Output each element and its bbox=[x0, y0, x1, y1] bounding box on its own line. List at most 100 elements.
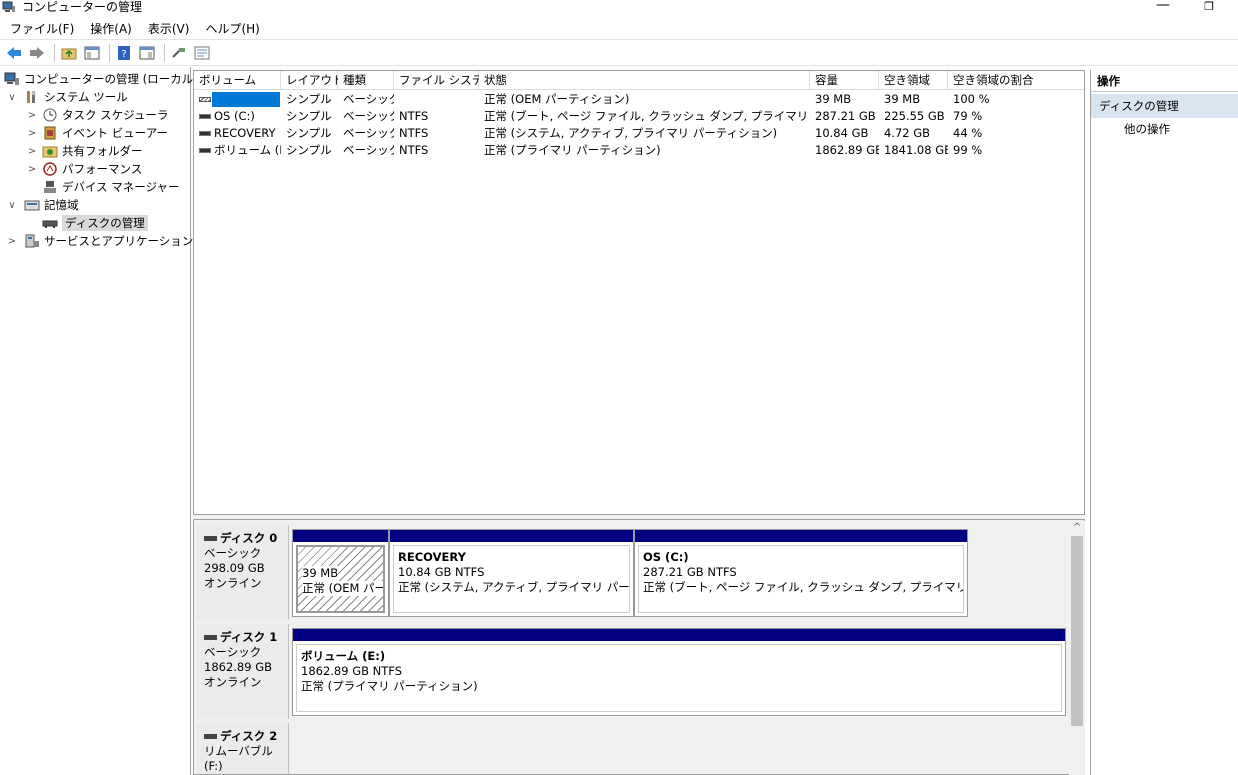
menu-view[interactable]: 表示(V) bbox=[142, 18, 196, 39]
up-folder-button[interactable] bbox=[59, 44, 79, 62]
partition-size: 287.21 GB NTFS bbox=[643, 565, 737, 579]
properties-button[interactable] bbox=[192, 44, 212, 62]
help-button[interactable]: ? bbox=[114, 44, 134, 62]
partition-name: RECOVERY bbox=[398, 550, 466, 564]
disk-graphical-view: ディスク 0 ベーシック 298.09 GB オンライン ​ 39 MB 正常 … bbox=[193, 519, 1085, 775]
cell-capacity: 10.84 GB bbox=[815, 126, 869, 140]
partition-status: 正常 (OEM パーティション) bbox=[302, 581, 383, 596]
disk-state: オンライン bbox=[204, 576, 262, 590]
event-viewer-icon bbox=[42, 126, 58, 140]
tree-item-label: システム ツール bbox=[44, 90, 128, 104]
tree-item-shared-folders[interactable]: > 共有フォルダー bbox=[26, 142, 143, 160]
restore-button[interactable]: ❐ bbox=[1196, 0, 1222, 14]
cell-capacity: 39 MB bbox=[815, 92, 852, 106]
tree-item-label: タスク スケジューラ bbox=[62, 108, 169, 122]
partition-size: 1862.89 GB NTFS bbox=[301, 664, 403, 678]
action-pane-toggle-button[interactable] bbox=[137, 44, 157, 62]
cell-free-percent: 99 % bbox=[953, 143, 983, 157]
title-bar: コンピューターの管理 — ❐ bbox=[0, 0, 1238, 16]
disk-1-label[interactable]: ディスク 1 ベーシック 1862.89 GB オンライン bbox=[196, 624, 289, 719]
table-row[interactable]: RECOVERY シンプル ベーシック NTFS 正常 (システム, アクティブ… bbox=[194, 125, 1084, 142]
menu-action[interactable]: 操作(A) bbox=[84, 18, 138, 39]
chevron-right-icon[interactable]: > bbox=[26, 164, 38, 175]
cell-free-space: 1841.08 GB bbox=[884, 143, 948, 157]
device-manager-icon bbox=[42, 180, 58, 194]
tree-item-disk-management[interactable]: ディスクの管理 bbox=[26, 214, 148, 232]
column-header-free-space[interactable]: 空き領域 bbox=[879, 71, 948, 90]
column-header-volume[interactable]: ボリューム bbox=[194, 71, 281, 90]
partition-name: OS (C:) bbox=[643, 550, 689, 564]
connect-button[interactable] bbox=[169, 44, 189, 62]
table-row[interactable]: シンプル ベーシック 正常 (OEM パーティション) 39 MB 39 MB … bbox=[194, 91, 1084, 108]
show-hide-tree-button[interactable] bbox=[82, 44, 102, 62]
disk-0-label[interactable]: ディスク 0 ベーシック 298.09 GB オンライン bbox=[196, 525, 289, 620]
chevron-right-icon[interactable]: > bbox=[26, 110, 38, 121]
disk-name: ディスク 2 bbox=[204, 729, 280, 744]
tree-item-task-scheduler[interactable]: > タスク スケジューラ bbox=[26, 106, 169, 124]
cell-layout: シンプル bbox=[286, 126, 332, 140]
cell-volume: OS (C:) bbox=[194, 108, 281, 125]
tree-item-system-tools[interactable]: ∨ システム ツール bbox=[6, 88, 128, 106]
disk-state: オンライン bbox=[204, 675, 262, 689]
cell-free-percent: 44 % bbox=[953, 126, 983, 140]
tree-item-device-manager[interactable]: デバイス マネージャー bbox=[26, 178, 180, 196]
cell-type: ベーシック bbox=[343, 109, 394, 123]
cell-free-space: 225.55 GB bbox=[884, 109, 945, 123]
partition-os-c[interactable]: OS (C:) 287.21 GB NTFS 正常 (ブート, ページ ファイル… bbox=[634, 529, 968, 617]
column-header-filesystem[interactable]: ファイル システム bbox=[394, 71, 494, 90]
action-pane-icon bbox=[139, 46, 155, 59]
system-tools-icon bbox=[24, 90, 40, 104]
chevron-down-icon[interactable]: ∨ bbox=[6, 200, 18, 211]
column-header-capacity[interactable]: 容量 bbox=[810, 71, 879, 90]
task-scheduler-icon bbox=[42, 108, 58, 122]
action-pane: 操作 ディスクの管理 他の操作 bbox=[1090, 70, 1238, 775]
cell-layout: シンプル bbox=[286, 143, 332, 157]
action-section-disk-management[interactable]: ディスクの管理 bbox=[1091, 94, 1238, 118]
menu-help[interactable]: ヘルプ(H) bbox=[199, 18, 265, 39]
tree-item-label: イベント ビューアー bbox=[62, 126, 169, 140]
cell-status: 正常 (プライマリ パーティション) bbox=[484, 143, 661, 157]
action-more-actions[interactable]: 他の操作 bbox=[1124, 121, 1170, 137]
column-header-free-percent[interactable]: 空き領域の割合 bbox=[948, 71, 1084, 90]
partition-body: ​ 39 MB 正常 (OEM パーティション) bbox=[296, 545, 385, 613]
toolbar-separator bbox=[109, 43, 110, 62]
disk-name: ディスク 1 bbox=[204, 630, 280, 645]
tree-item-label: コンピューターの管理 (ローカル) bbox=[24, 72, 198, 86]
column-header-type[interactable]: 種類 bbox=[338, 71, 394, 90]
chevron-right-icon[interactable]: > bbox=[26, 146, 38, 157]
volume-icon bbox=[199, 148, 211, 153]
chevron-right-icon[interactable]: > bbox=[6, 236, 18, 247]
disk-2-label[interactable]: ディスク 2 リムーバブル (F:) bbox=[196, 723, 289, 774]
partition-volume-e[interactable]: ボリューム (E:) 1862.89 GB NTFS 正常 (プライマリ パーテ… bbox=[292, 628, 1066, 716]
tree-item-storage[interactable]: ∨ 記憶域 bbox=[6, 196, 78, 214]
cell-status: 正常 (ブート, ページ ファイル, クラッシュ ダンプ, プライマリ パーティ… bbox=[484, 109, 810, 123]
console-tree-icon bbox=[84, 46, 100, 59]
disk-view-scrollbar[interactable]: ^ bbox=[1069, 521, 1085, 775]
column-header-layout[interactable]: レイアウト bbox=[281, 71, 344, 90]
table-row[interactable]: OS (C:) シンプル ベーシック NTFS 正常 (ブート, ページ ファイ… bbox=[194, 108, 1084, 125]
table-row[interactable]: ボリューム (E:) シンプル ベーシック NTFS 正常 (プライマリ パーテ… bbox=[194, 142, 1084, 159]
tree-item-event-viewer[interactable]: > イベント ビューアー bbox=[26, 124, 168, 142]
cell-filesystem bbox=[394, 91, 479, 108]
disk-icon bbox=[204, 734, 217, 739]
chevron-right-icon[interactable]: > bbox=[26, 128, 38, 139]
chevron-down-icon[interactable]: ∨ bbox=[6, 92, 18, 103]
tree-item-performance[interactable]: > パフォーマンス bbox=[26, 160, 142, 178]
scroll-thumb[interactable] bbox=[1071, 536, 1083, 726]
back-button[interactable] bbox=[4, 44, 24, 62]
tree-item-services-apps[interactable]: > サービスとアプリケーション bbox=[6, 232, 193, 250]
tree-item-computer-management[interactable]: コンピューターの管理 (ローカル) bbox=[4, 70, 198, 88]
partition-oem[interactable]: ​ 39 MB 正常 (OEM パーティション) bbox=[292, 529, 389, 617]
shared-folders-icon bbox=[42, 144, 58, 158]
cell-free-space: 4.72 GB bbox=[884, 126, 931, 140]
partition-header-bar bbox=[293, 629, 1065, 641]
column-header-status[interactable]: 状態 bbox=[479, 71, 810, 90]
scroll-up-icon[interactable]: ^ bbox=[1069, 521, 1085, 535]
action-pane-header: 操作 bbox=[1091, 70, 1238, 92]
partition-recovery[interactable]: RECOVERY 10.84 GB NTFS 正常 (システム, アクティブ, … bbox=[389, 529, 634, 617]
cell-capacity: 1862.89 GB bbox=[815, 143, 879, 157]
menu-file[interactable]: ファイル(F) bbox=[4, 18, 80, 39]
minimize-button[interactable]: — bbox=[1150, 0, 1176, 14]
forward-button[interactable] bbox=[27, 44, 47, 62]
disk-type: ベーシック bbox=[204, 645, 262, 659]
